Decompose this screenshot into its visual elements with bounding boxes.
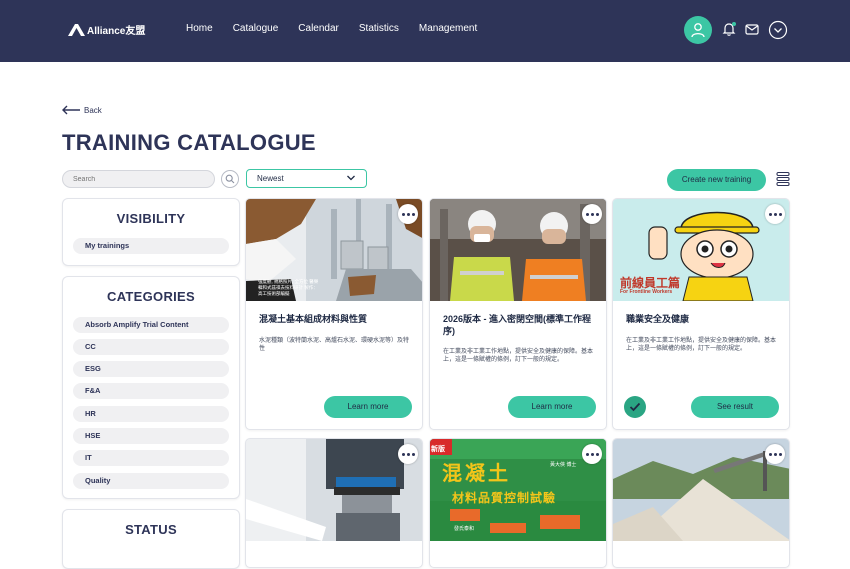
nav-calendar[interactable]: Calendar: [298, 23, 339, 34]
page-title: TRAINING CATALOGUE: [62, 130, 316, 155]
learn-more-button[interactable]: Learn more: [324, 396, 412, 418]
training-card[interactable]: 強度觀, 規格照片, 全方位 醫樂輯和式茲祺去技料研計 製作：高工技術部編擬 混…: [245, 198, 423, 430]
card-image-confined-space-workers: [430, 199, 606, 301]
nav-statistics[interactable]: Statistics: [359, 23, 399, 34]
category-hr[interactable]: HR: [73, 406, 229, 422]
card-image-publisher: 發氏泰和: [454, 526, 475, 532]
sort-selected-value: Newest: [257, 174, 284, 183]
sort-select[interactable]: Newest: [246, 169, 367, 188]
categories-heading: CATEGORIES: [107, 289, 195, 304]
card-image-subtitle: 材料品質控制試驗: [452, 491, 557, 505]
training-card[interactable]: 新版 混凝土 黃大俠 博士 材料品質控制試驗 發氏泰和: [429, 438, 607, 568]
card-description: 水泥種類（波特蘭水泥、高爐石水泥、環硬水泥等）及特性: [259, 338, 410, 352]
visibility-heading: VISIBILITY: [116, 211, 186, 226]
categories-filter-panel: CATEGORIES Absorb Amplify Trial Content …: [62, 276, 240, 499]
card-more-options-button[interactable]: [398, 204, 418, 224]
create-training-button[interactable]: Create new training: [667, 169, 766, 191]
nav-home[interactable]: Home: [186, 23, 213, 34]
logo-text: Alliance友盟: [87, 26, 146, 37]
nav-catalogue[interactable]: Catalogue: [233, 23, 279, 34]
card-image-aggregate-stockpile: [613, 439, 789, 541]
category-absorb-amplify[interactable]: Absorb Amplify Trial Content: [73, 317, 229, 333]
main-nav: Home Catalogue Calendar Statistics Manag…: [186, 23, 497, 34]
category-cc[interactable]: CC: [73, 339, 229, 355]
category-it[interactable]: IT: [73, 450, 229, 466]
back-label: Back: [84, 105, 102, 115]
chevron-down-icon: [347, 175, 355, 181]
training-card[interactable]: [612, 438, 790, 568]
status-heading: STATUS: [125, 522, 177, 537]
card-image-lab-testing-machine: [246, 439, 422, 541]
user-icon: [691, 23, 705, 38]
card-description: 在工業及非工業工作地點，提供安全及健康的保障。基本上，這是一條賦權的條例，訂下一…: [443, 349, 594, 363]
notification-bell-icon[interactable]: [720, 20, 738, 38]
list-view-icon[interactable]: [776, 171, 790, 192]
logo-mark-icon: [68, 23, 85, 36]
back-link[interactable]: Back: [61, 105, 102, 115]
card-more-options-button[interactable]: [582, 444, 602, 464]
nav-management[interactable]: Management: [419, 23, 477, 34]
search-input[interactable]: [62, 170, 215, 188]
card-title: 2026版本 - 進入密閉空間(標準工作程序): [443, 314, 592, 336]
avatar[interactable]: [684, 16, 712, 44]
search-button[interactable]: [221, 170, 239, 188]
card-title: 混凝土基本組成材料與性質: [259, 314, 368, 324]
card-image-title: 混凝土: [442, 463, 511, 485]
card-description: 在工業及非工業工作地點，提供安全及健康的保障。基本上，這是一條賦權的條例，訂下一…: [626, 338, 777, 352]
training-card[interactable]: [245, 438, 423, 568]
category-quality[interactable]: Quality: [73, 473, 229, 489]
filter-my-trainings[interactable]: My trainings: [73, 238, 229, 254]
category-esg[interactable]: ESG: [73, 361, 229, 377]
top-nav-bar: Alliance友盟 Home Catalogue Calendar Stati…: [0, 0, 850, 62]
card-image-subtitle: For Frontline Workers: [620, 289, 673, 295]
card-image-tag-new: 新版: [431, 446, 445, 453]
card-image-caption: 強度觀, 規格照片, 全方位 醫樂輯和式茲祺去技料研計 製作：高工技術部編擬: [258, 279, 319, 296]
alliance-logo[interactable]: Alliance友盟: [68, 22, 145, 37]
category-fa[interactable]: F&A: [73, 383, 229, 399]
learn-more-button[interactable]: Learn more: [508, 396, 596, 418]
card-more-options-button[interactable]: [582, 204, 602, 224]
card-image-author: 黃大俠 博士: [550, 462, 577, 468]
completed-check-icon: [624, 396, 646, 418]
search-icon: [225, 174, 235, 184]
card-more-options-button[interactable]: [398, 444, 418, 464]
visibility-filter-panel: VISIBILITY My trainings: [62, 198, 240, 266]
see-result-button[interactable]: See result: [691, 396, 779, 418]
card-more-options-button[interactable]: [765, 204, 785, 224]
mail-icon[interactable]: [743, 20, 761, 38]
account-menu-chevron-icon[interactable]: [768, 20, 788, 40]
arrow-left-icon: [62, 105, 80, 115]
status-filter-panel: STATUS: [62, 509, 240, 569]
card-title: 職業安全及健康: [626, 314, 690, 324]
category-hse[interactable]: HSE: [73, 428, 229, 444]
training-card[interactable]: 2026版本 - 進入密閉空間(標準工作程序) 在工業及非工業工作地點，提供安全…: [429, 198, 607, 430]
card-more-options-button[interactable]: [765, 444, 785, 464]
training-card[interactable]: 前線員工篇 For Frontline Workers 職業安全及健康 在工業及…: [612, 198, 790, 430]
